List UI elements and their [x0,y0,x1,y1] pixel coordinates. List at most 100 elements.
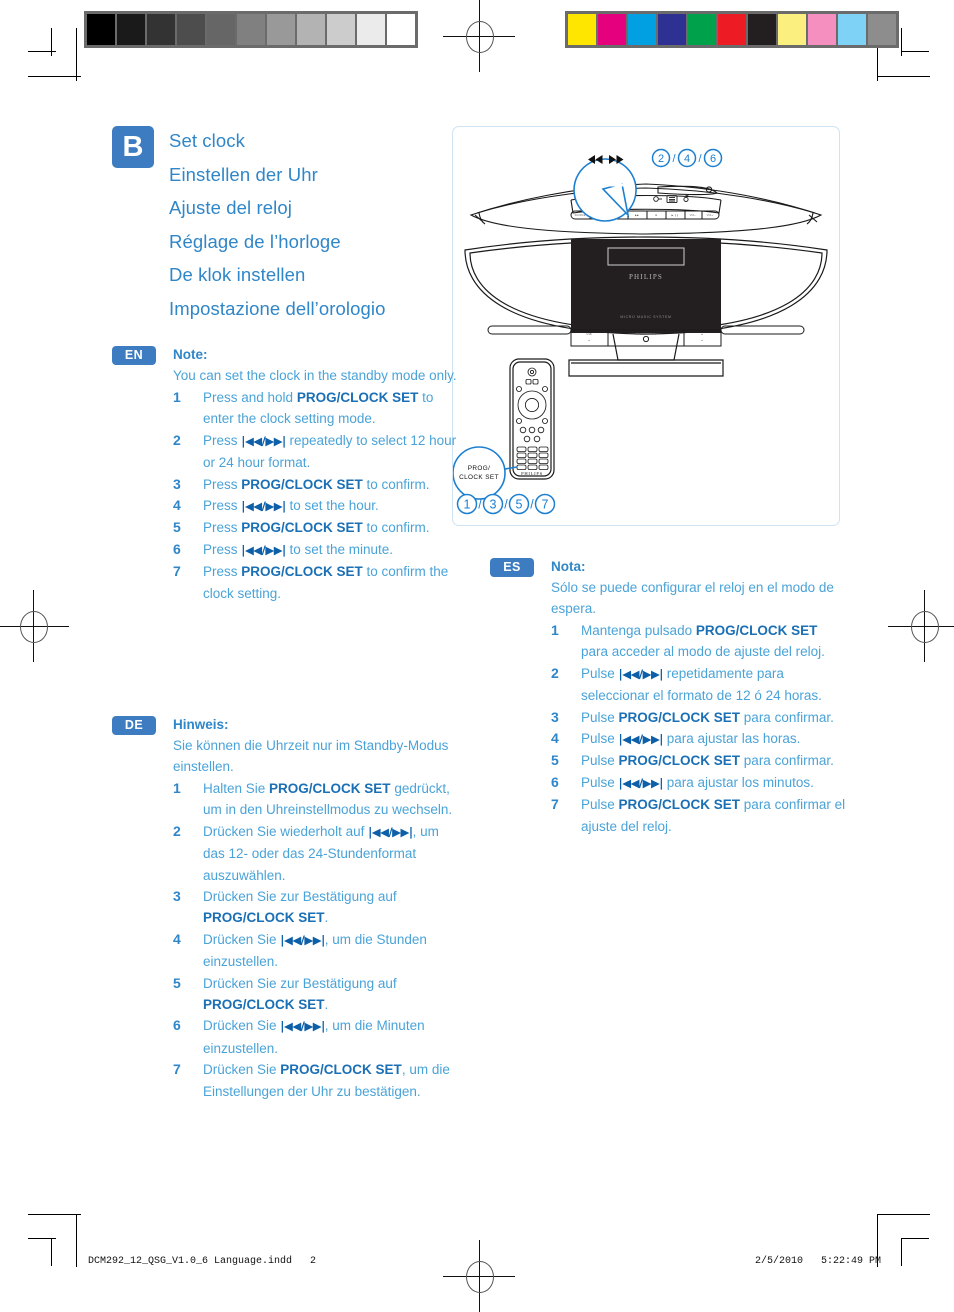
color-patch [748,14,776,45]
section-title-3: Ajuste del reloj [169,197,292,219]
crop-mark-bottom-right-h2 [901,1238,929,1239]
step-item: 3 Press PROG/CLOCK SET to confirm. [172,474,462,495]
step-item: 6 Drücken Sie |◀◀/▶▶|, um die Minuten ein… [172,1015,462,1059]
step-item: 6 Press |◀◀/▶▶| to set the minute. [172,539,462,561]
step-number: 7 [551,796,559,813]
step-list: 1 Press and hold PROG/CLOCK SET to enter … [173,387,462,604]
step-text: Press |◀◀/▶▶| repeatedly to select 12 ho… [203,430,462,474]
step-text-run: Pulse [581,753,619,769]
step-number: 6 [173,540,181,557]
button-name-emphasis: PROG/CLOCK SET [269,781,391,796]
language-body-en: Note: You can set the clock in the standb… [173,344,462,604]
color-patch [718,14,746,45]
bottom-callout-separator: / [530,497,534,511]
button-name-emphasis: PROG/CLOCK SET [203,997,325,1013]
step-number: 2 [173,822,181,839]
step-text-run: . [324,997,329,1013]
step-text-run: Drücken Sie [203,931,281,947]
step-number: 3 [551,708,559,725]
step-text-run: Pulse [581,665,619,681]
device-illustration-panel: SOURCEOPEN ◀◀▶▶ ■▶ ❙❙ VOL−VOL+ [452,126,840,526]
step-text-run: Press [203,520,242,536]
step-text-run: Pulse [581,709,619,725]
step-item: 3 Pulse PROG/CLOCK SET para confirmar. [550,707,846,728]
step-number: 3 [173,888,181,905]
language-block-en: EN Note: You can set the clock in the stan… [112,344,462,604]
step-number: 3 [173,475,181,492]
brand-wordmark-remote: PHILIPS [521,471,543,476]
step-text-run: Drücken Sie zur Bestätigung auf [203,975,397,991]
button-name-emphasis: PROG/CLOCK SET [618,797,741,813]
button-name-emphasis: PROG/CLOCK SET [296,390,419,405]
section-title-1: Set clock [169,130,245,151]
color-patch [598,14,626,45]
step-text-run: Press and hold [203,390,297,405]
step-text: Drücken Sie zur Bestätigung auf PROG/CLO… [203,973,462,1016]
language-body-es: Nota: Sólo se puede configurar el reloj e… [551,556,846,837]
step-text: Press PROG/CLOCK SET to confirm. [203,474,462,495]
step-text-run: para acceder al modo de ajuste del reloj… [581,644,825,660]
top-callout-separator: / [672,153,676,165]
step-list: 1 Halten Sie PROG/CLOCK SET gedrückt, um … [173,778,462,1102]
step-text: Pulse |◀◀/▶▶| para ajustar los minutos. [581,772,846,794]
step-number: 5 [173,519,181,536]
top-callout-number: 2 [658,153,664,165]
crop-mark-bottom-left-h [28,1214,81,1215]
svg-text:▲: ▲ [701,333,704,336]
step-number: 4 [173,930,181,947]
registration-mark-bottom [443,1240,515,1312]
crop-mark-top-left-v [76,28,77,81]
section-title-4: Réglage de l’horloge [169,230,341,252]
step-text-run: Halten Sie [203,781,270,796]
step-text: Drücken Sie zur Bestätigung auf PROG/CLO… [203,886,462,929]
step-item: 5 Press PROG/CLOCK SET to confirm. [172,517,462,538]
step-text-run: to set the minute. [285,541,394,557]
step-text: Drücken Sie |◀◀/▶▶|, um die Stunden einz… [203,929,462,973]
step-text: Press |◀◀/▶▶| to set the hour. [203,495,462,517]
note-label: Note: [173,347,208,362]
step-item: 1 Mantenga pulsado PROG/CLOCK SET para ac… [550,620,846,663]
step-number: 4 [551,730,559,747]
step-text: Drücken Sie |◀◀/▶▶|, um die Minuten einz… [203,1015,462,1059]
grayscale-patch [267,14,295,45]
step-number: 2 [173,431,181,448]
svg-text:VOL−: VOL− [690,213,697,217]
step-text: Press and hold PROG/CLOCK SET to enter t… [203,387,462,430]
step-text: Mantenga pulsado PROG/CLOCK SET para acc… [581,620,846,663]
color-patch [778,14,806,45]
grayscale-patch [117,14,145,45]
step-text-run: para ajustar los minutos. [663,774,814,790]
step-text-run: Press [203,476,242,492]
color-patch [628,14,656,45]
step-text-run: Press [203,498,242,514]
svg-text:VOL+: VOL+ [707,213,714,217]
button-name-emphasis: PROG/CLOCK SET [280,1062,402,1078]
step-text: Press |◀◀/▶▶| to set the minute. [203,539,462,561]
step-item: 2 Pulse |◀◀/▶▶| repetidamente para selecc… [550,663,846,707]
color-control-strip [565,11,899,48]
step-text-run: Pulse [581,797,619,813]
step-number: 1 [173,780,181,796]
step-item: 4 Drücken Sie |◀◀/▶▶|, um die Stunden ein… [172,929,462,973]
section-title-list: Set clock Einstellen der Uhr Ajuste del re… [169,124,469,326]
step-item: 2 Press |◀◀/▶▶| repeatedly to select 12 h… [172,430,462,474]
svg-text:USB: USB [586,332,592,336]
button-name-emphasis: PROG/CLOCK SET [241,476,363,492]
step-text-run: Pulse [581,774,619,790]
footer-filename: DCM292_12_QSG_V1.0_6 Language.indd 2 [88,1256,317,1267]
note-label: Nota: [551,559,586,574]
note-text: Sie können die Uhrzeit nur im Standby-Mo… [173,738,449,774]
grayscale-patch [297,14,325,45]
step-text: Pulse |◀◀/▶▶| para ajustar las horas. [581,728,846,750]
crop-mark-bottom-right-v2 [901,1238,902,1266]
step-text: Pulse PROG/CLOCK SET para confirmar. [581,750,846,771]
section-title-6: Impostazione dell’orologio [169,297,386,319]
skip-buttons-icon: |◀◀/▶▶| [241,542,286,557]
skip-buttons-icon: |◀◀/▶▶| [618,732,664,747]
step-text-run: Drücken Sie [203,1018,281,1034]
button-name-emphasis: PROG/CLOCK SET [618,753,741,769]
step-number: 7 [173,1061,181,1078]
language-tag-en: EN [112,346,156,365]
skip-buttons-icon: |◀◀/▶▶| [280,1019,325,1034]
bottom-callout-number: 3 [490,497,497,511]
